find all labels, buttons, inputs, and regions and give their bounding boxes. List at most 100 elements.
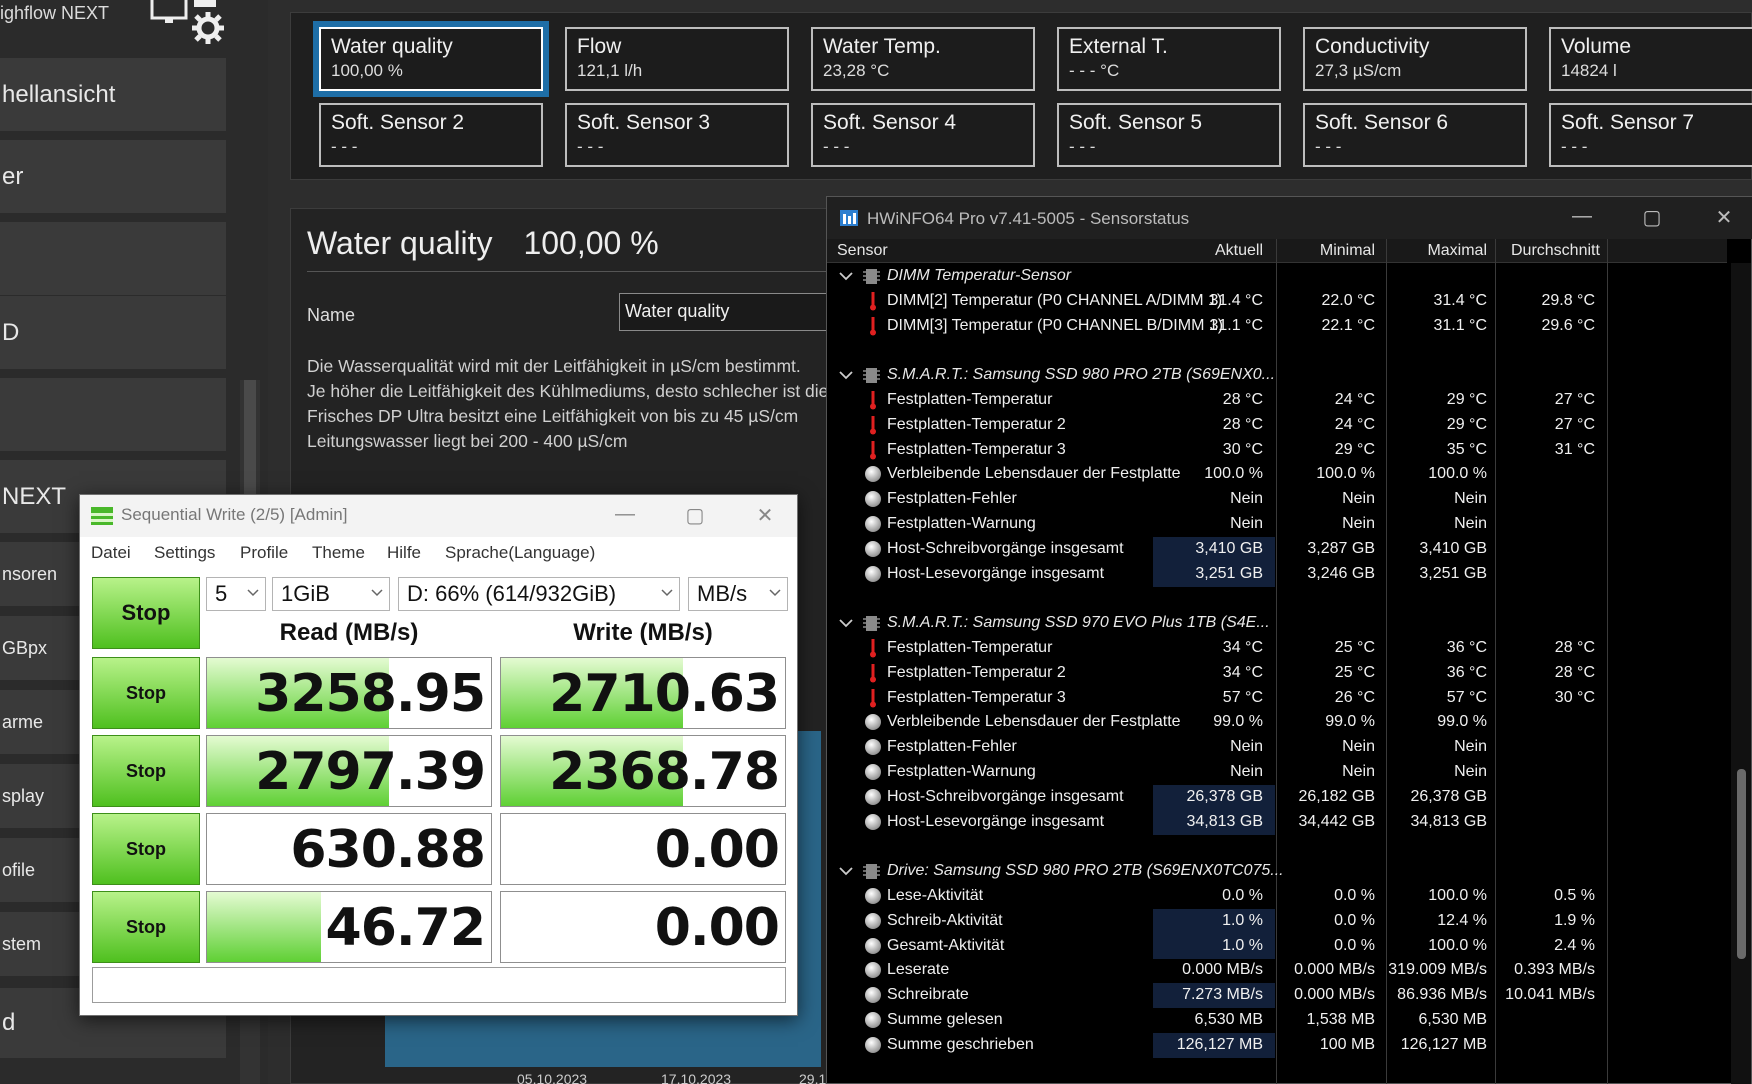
maximize-button[interactable]: ▢ — [1637, 205, 1667, 231]
sensor-row[interactable]: Festplatten-Temperatur 2 28 °C 24 °C 29 °C 2… — [827, 413, 1727, 438]
sensor-row[interactable]: Schreibrate 7.273 MB/s 0.000 MB/s 86.936 MB… — [827, 983, 1727, 1009]
comment-input[interactable] — [92, 967, 786, 1003]
sensor-row[interactable]: Schreib-Aktivität 1.0 % 0.0 % 12.4 % 1.9 % — [827, 908, 1727, 934]
value-min: 3,246 GB — [1307, 564, 1375, 582]
stop-button[interactable]: Stop — [92, 657, 200, 729]
monitor-icon[interactable] — [150, 0, 190, 26]
tile-flow[interactable]: Flow 121,1 l/h — [565, 27, 789, 91]
menu-help[interactable]: Hilfe — [387, 543, 421, 563]
tile-water-temp[interactable]: Water Temp. 23,28 °C — [811, 27, 1035, 91]
tile-soft-sensor-5[interactable]: Soft. Sensor 5 - - - — [1057, 103, 1281, 167]
close-button[interactable]: ✕ — [750, 503, 780, 529]
value-max: 100.0 % — [1428, 936, 1487, 954]
sensor-row[interactable]: Host-Schreibvorgänge insgesamt 26,378 GB 2… — [827, 784, 1727, 810]
sensor-row[interactable]: Verbleibende Lebensdauer der Festplatte 9… — [827, 710, 1727, 735]
sensor-row[interactable]: Host-Schreibvorgänge insgesamt 3,410 GB 3,… — [827, 536, 1727, 562]
menu-settings[interactable]: Settings — [154, 543, 215, 563]
sensor-row[interactable]: Gesamt-Aktivität 1.0 % 0.0 % 100.0 % 2.4 % — [827, 933, 1727, 959]
sidebar-item-5[interactable] — [0, 378, 226, 451]
sensor-row[interactable]: Festplatten-Temperatur 3 57 °C 26 °C 57 °C 3… — [827, 686, 1727, 711]
stop-button[interactable]: Stop — [92, 735, 200, 807]
sensor-group[interactable]: DIMM Temperatur-Sensor — [827, 264, 1727, 289]
tile-soft-sensor-2[interactable]: Soft. Sensor 2 - - - — [319, 103, 543, 167]
sensor-row[interactable]: Host-Lesevorgänge insgesamt 3,251 GB 3,246… — [827, 561, 1727, 587]
value-cur: 3,251 GB — [1195, 564, 1263, 582]
gear-icon[interactable] — [190, 10, 226, 46]
sensor-row[interactable]: Festplatten-Fehler Nein Nein Nein — [827, 735, 1727, 760]
tile-soft-sensor-4[interactable]: Soft. Sensor 4 - - - — [811, 103, 1035, 167]
tile-water-quality[interactable]: Water quality 100,00 % — [313, 21, 549, 97]
value-cur: 30 °C — [1222, 440, 1263, 458]
sidebar-item-1[interactable]: hellansicht — [0, 58, 226, 131]
tile-volume[interactable]: Volume 14824 l — [1549, 27, 1752, 91]
stop-all-button[interactable]: Stop — [92, 577, 200, 649]
sidebar-item-2[interactable]: er — [0, 140, 226, 213]
sensor-group[interactable]: Drive: Samsung SSD 980 PRO 2TB (S69ENX0T… — [827, 859, 1727, 884]
sensor-row[interactable]: Verbleibende Lebensdauer der Festplatte 1… — [827, 462, 1727, 487]
menu-language[interactable]: Sprache(Language) — [445, 543, 595, 563]
minus-icon[interactable] — [194, 0, 216, 7]
menu-file[interactable]: Datei — [91, 543, 131, 563]
sidebar-item-3[interactable] — [0, 222, 226, 295]
value-avg: 28 °C — [1554, 663, 1595, 681]
minimize-button[interactable]: — — [1567, 205, 1597, 231]
sensor-row[interactable]: DIMM[3] Temperatur (P0 CHANNEL B/DIMM 1)… — [827, 314, 1727, 339]
tile-soft-sensor-6[interactable]: Soft. Sensor 6 - - - — [1303, 103, 1527, 167]
sensor-row[interactable]: Summe gelesen 6,530 MB 1,538 MB 6,530 MB — [827, 1008, 1727, 1033]
sensor-row[interactable]: Summe geschrieben 126,127 MB 100 MB 126,127… — [827, 1032, 1727, 1058]
tile-soft-sensor-7[interactable]: Soft. Sensor 7 - - - — [1549, 103, 1752, 167]
menu-theme[interactable]: Theme — [312, 543, 365, 563]
column-min[interactable]: Minimal — [1267, 242, 1375, 260]
sensor-row[interactable]: Leserate 0.000 MB/s 0.000 MB/s 319.009 MB/s… — [827, 958, 1727, 983]
sensor-group[interactable]: S.M.A.R.T.: Samsung SSD 980 PRO 2TB (S69… — [827, 363, 1727, 388]
value-cur: 31.1 °C — [1209, 316, 1263, 334]
hwinfo-titlebar[interactable]: HWiNFO64 Pro v7.41-5005 - Sensorstatus —… — [827, 197, 1752, 239]
sensor-row[interactable]: Festplatten-Temperatur 2 34 °C 25 °C 36 °C 2… — [827, 661, 1727, 686]
column-sensor[interactable]: Sensor — [837, 242, 888, 260]
chevron-down-icon[interactable] — [839, 866, 853, 876]
chevron-down-icon[interactable] — [839, 271, 853, 281]
tile-conductivity[interactable]: Conductivity 27,3 µS/cm — [1303, 27, 1527, 91]
tile-value: - - - — [577, 137, 604, 156]
chevron-down-icon[interactable] — [839, 618, 853, 628]
sensor-row[interactable]: Festplatten-Warnung Nein Nein Nein — [827, 760, 1727, 785]
sensor-row[interactable]: DIMM[2] Temperatur (P0 CHANNEL A/DIMM 1)… — [827, 289, 1727, 314]
value-avg: 29.6 °C — [1541, 316, 1595, 334]
value-cur: 34,813 GB — [1186, 812, 1264, 830]
drive-select[interactable]: D: 66% (614/932GiB) — [398, 577, 680, 611]
sensor-row[interactable]: Festplatten-Temperatur 28 °C 24 °C 29 °C 27 … — [827, 388, 1727, 413]
column-max[interactable]: Maximal — [1377, 242, 1487, 260]
sensor-group[interactable]: S.M.A.R.T.: Samsung SSD 970 EVO Plus 1TB… — [827, 611, 1727, 636]
sensor-row[interactable]: Festplatten-Temperatur 34 °C 25 °C 36 °C 28 … — [827, 636, 1727, 661]
column-avg[interactable]: Durchschnitt — [1491, 242, 1721, 260]
stop-button[interactable]: Stop — [92, 891, 200, 963]
hwinfo-scrollbar-thumb[interactable] — [1737, 769, 1746, 959]
count-select[interactable]: 5 — [206, 577, 266, 611]
value-cur: 99.0 % — [1213, 713, 1263, 731]
tile-value: 100,00 % — [331, 61, 403, 80]
tile-external-temp[interactable]: External T. - - - °C — [1057, 27, 1281, 91]
unit-select[interactable]: MB/s — [688, 577, 788, 611]
close-button[interactable]: ✕ — [1709, 205, 1739, 231]
sensor-row[interactable]: Festplatten-Temperatur 3 30 °C 29 °C 35 °C 3… — [827, 438, 1727, 463]
sensor-row[interactable]: Festplatten-Warnung Nein Nein Nein — [827, 512, 1727, 537]
column-current[interactable]: Aktuell — [1147, 242, 1263, 260]
stop-button[interactable]: Stop — [92, 813, 200, 885]
tile-soft-sensor-3[interactable]: Soft. Sensor 3 - - - — [565, 103, 789, 167]
sensor-row[interactable]: Host-Lesevorgänge insgesamt 34,813 GB 34,4… — [827, 809, 1727, 835]
chevron-down-icon[interactable] — [839, 370, 853, 380]
cdm-titlebar[interactable]: Sequential Write (2/5) [Admin] — ▢ ✕ — [80, 495, 797, 537]
sensor-row[interactable]: Festplatten-Fehler Nein Nein Nein — [827, 487, 1727, 512]
minimize-button[interactable]: — — [610, 503, 640, 529]
value-cur: 3,410 GB — [1195, 539, 1263, 557]
maximize-button[interactable]: ▢ — [680, 503, 710, 529]
hwinfo-scrollbar[interactable] — [1731, 263, 1751, 1084]
size-select[interactable]: 1GiB — [272, 577, 390, 611]
value-max: Nein — [1454, 515, 1487, 532]
sensor-row[interactable]: Lese-Aktivität 0.0 % 0.0 % 100.0 % 0.5 % — [827, 884, 1727, 909]
menu-profile[interactable]: Profile — [240, 543, 288, 563]
name-input[interactable]: Water quality — [619, 293, 839, 331]
sidebar-item-4[interactable]: D — [0, 296, 226, 369]
write-result: 2368.78 — [500, 735, 786, 807]
sensor-label: Summe geschrieben — [887, 1035, 1034, 1053]
